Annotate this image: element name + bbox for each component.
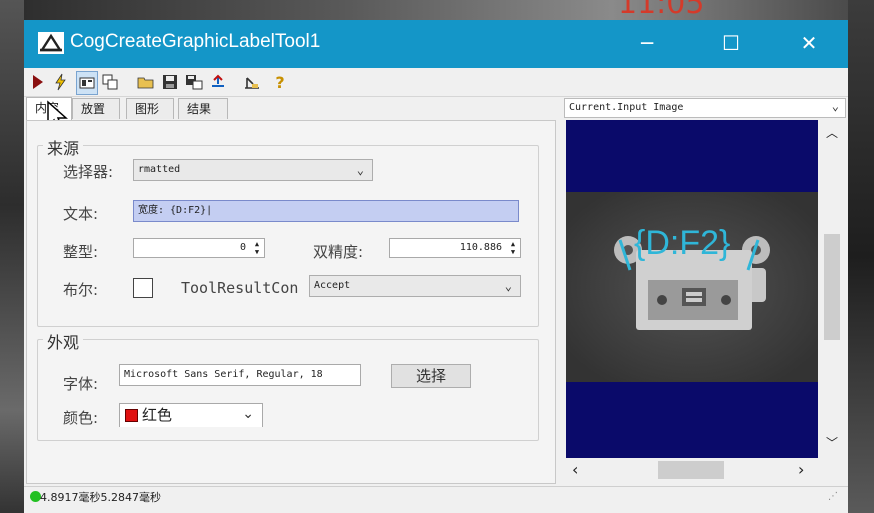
double-value: 110.886 xyxy=(459,242,502,253)
copy-icon[interactable] xyxy=(100,71,120,93)
app-logo-icon xyxy=(38,32,64,54)
integer-spinner[interactable]: ▲ ▼ xyxy=(251,240,263,256)
minimize-button[interactable]: ─ xyxy=(616,20,678,66)
font-label: 字体: xyxy=(63,375,99,393)
save-icon[interactable] xyxy=(160,71,180,93)
reset-icon[interactable] xyxy=(208,71,228,93)
text-label: 文本: xyxy=(63,205,99,223)
horizontal-scroll-thumb[interactable] xyxy=(658,461,724,479)
chevron-down-icon: ⌄ xyxy=(831,99,839,113)
save-as-icon[interactable] xyxy=(184,71,204,93)
color-swatch xyxy=(125,409,138,422)
double-spinner[interactable]: ▲ ▼ xyxy=(507,240,519,256)
bool-label: 布尔: xyxy=(63,281,99,299)
electric-icon[interactable] xyxy=(50,71,70,93)
content-panel: 来源 选择器: rmatted ⌄ 文本: 宽度: {D:F2}| 整型: 0 … xyxy=(26,120,556,484)
chevron-down-icon: ⌄ xyxy=(356,163,364,177)
scroll-up-icon[interactable]: ︿ xyxy=(826,124,838,141)
tab-results[interactable]: 结果 xyxy=(178,98,228,119)
integer-input[interactable]: 0 ▲ ▼ xyxy=(133,238,265,258)
color-value: 红色 xyxy=(142,406,173,424)
selector-label: 选择器: xyxy=(63,163,114,181)
chevron-down-icon: ⌄ xyxy=(242,406,254,422)
color-label: 颜色: xyxy=(63,409,99,427)
close-button[interactable]: ✕ xyxy=(778,20,840,66)
tool-icon[interactable] xyxy=(242,71,262,93)
desktop-background-right xyxy=(848,0,874,513)
double-input[interactable]: 110.886 ▲ ▼ xyxy=(389,238,521,258)
vertical-scrollbar[interactable]: ︿ ﹀ xyxy=(818,120,846,458)
overlay-graphic-label: {D:F2} xyxy=(634,224,731,262)
scroll-right-icon[interactable]: › xyxy=(798,460,804,479)
vertical-scroll-thumb[interactable] xyxy=(824,234,840,340)
window-title: CogCreateGraphicLabelTool1 xyxy=(70,31,321,52)
tab-placement[interactable]: 放置 xyxy=(72,98,120,119)
desktop-background xyxy=(0,0,874,20)
text-input[interactable]: 宽度: {D:F2}| xyxy=(133,200,519,222)
inspection-image xyxy=(566,192,818,382)
title-bar[interactable]: CogCreateGraphicLabelTool1 ─ ☐ ✕ xyxy=(24,20,848,68)
desktop-background-left xyxy=(0,0,24,513)
integer-value: 0 xyxy=(239,242,246,253)
tool-window: CogCreateGraphicLabelTool1 ─ ☐ ✕ ? 内容 放置… xyxy=(24,20,848,513)
appearance-group-title: 外观 xyxy=(43,329,84,353)
bool-checkbox[interactable] xyxy=(133,278,153,298)
help-icon[interactable]: ? xyxy=(270,71,290,93)
scroll-down-icon[interactable]: ﹀ xyxy=(826,434,838,451)
open-folder-icon[interactable] xyxy=(136,71,156,93)
chevron-down-icon: ⌄ xyxy=(504,279,512,293)
selector-dropdown[interactable]: rmatted ⌄ xyxy=(133,159,373,181)
double-label: 双精度: xyxy=(313,243,364,261)
selector-value: rmatted xyxy=(138,164,181,175)
toolbar: ? xyxy=(24,68,848,97)
maximize-button[interactable]: ☐ xyxy=(700,20,762,66)
color-dropdown[interactable]: 红色 ⌄ xyxy=(119,403,263,427)
choose-font-button[interactable]: 选择 xyxy=(391,364,471,388)
integer-label: 整型: xyxy=(63,243,99,261)
tab-graphics[interactable]: 图形 xyxy=(126,98,174,119)
tool-result-label: ToolResultCon xyxy=(181,279,299,297)
tool-result-dropdown[interactable]: Accept ⌄ xyxy=(309,275,521,297)
status-bar: 4.8917毫秒5.2847毫秒 ⋰ xyxy=(24,486,848,507)
font-input[interactable]: Microsoft Sans Serif, Regular, 18 xyxy=(119,364,361,386)
image-source-dropdown[interactable]: Current.Input Image ⌄ xyxy=(564,98,846,118)
appearance-group xyxy=(37,339,539,441)
image-source-value: Current.Input Image xyxy=(569,102,684,113)
source-group-title: 来源 xyxy=(43,135,84,159)
status-timing-text: 4.8917毫秒5.2847毫秒 xyxy=(40,491,161,504)
image-display[interactable]: {D:F2} xyxy=(566,120,818,458)
scroll-left-icon[interactable]: ‹ xyxy=(572,460,578,479)
tool-result-value: Accept xyxy=(314,280,351,291)
horizontal-scrollbar[interactable]: ‹ › xyxy=(566,458,818,482)
display-icon[interactable] xyxy=(76,71,98,95)
desktop-clock: 11:05 xyxy=(618,0,705,21)
run-icon[interactable] xyxy=(28,71,48,93)
resize-grip-icon[interactable]: ⋰ xyxy=(828,491,838,502)
